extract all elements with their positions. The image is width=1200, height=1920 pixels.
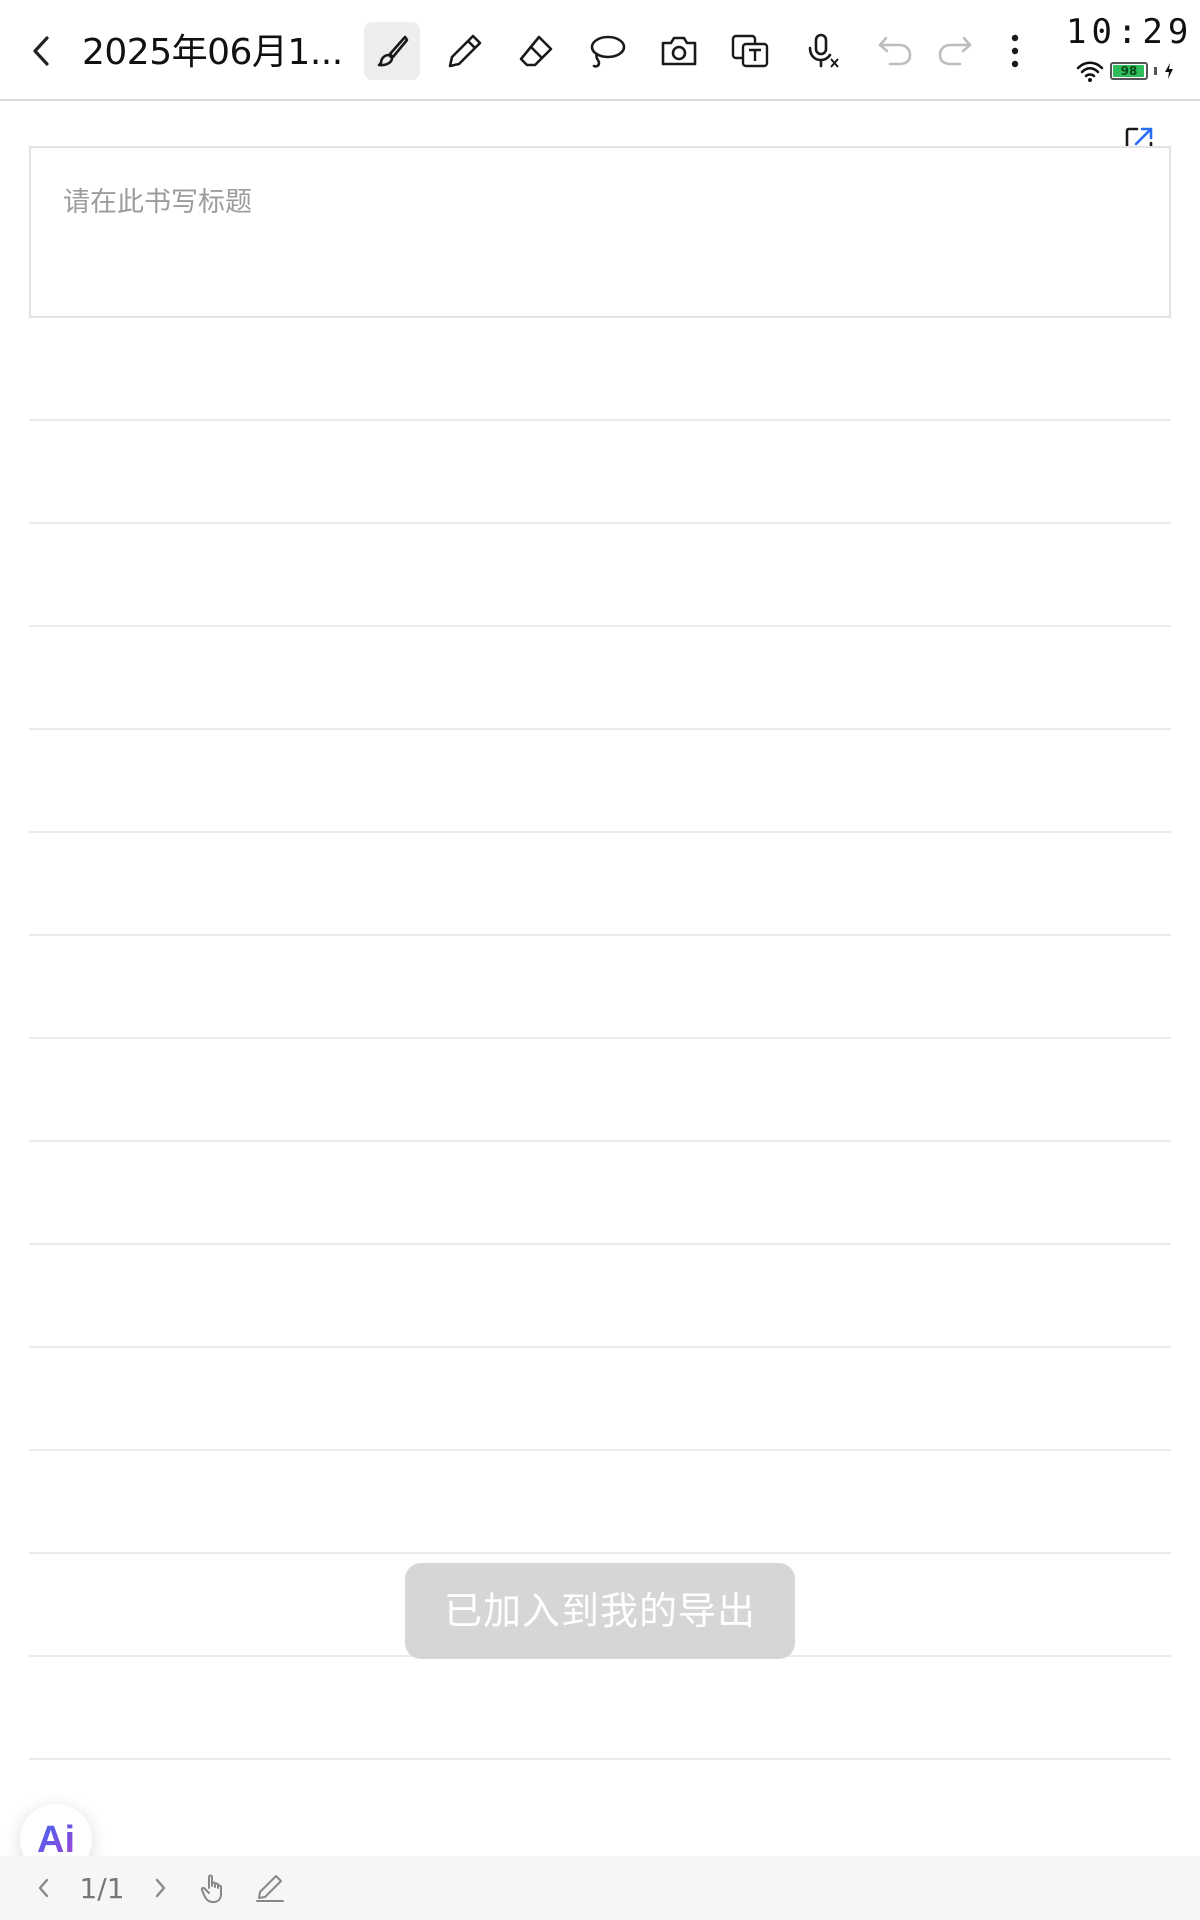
camera-button[interactable] — [651, 22, 707, 80]
clock: 10:29 — [1066, 12, 1194, 52]
handwriting-pen-icon — [256, 1875, 284, 1902]
eraser-tool-button[interactable] — [508, 22, 564, 80]
redo-icon — [938, 36, 972, 66]
hand-icon — [200, 1874, 222, 1903]
brush-icon — [377, 35, 409, 67]
voice-to-text-button[interactable] — [795, 22, 851, 80]
title-placeholder: 请在此书写标题 — [63, 187, 252, 218]
ruled-line — [29, 1552, 1171, 1554]
status-indicators: 98 — [1076, 58, 1175, 84]
chevron-right-icon — [155, 1878, 166, 1898]
ruled-line — [29, 522, 1171, 524]
ruled-line — [29, 1243, 1171, 1245]
hand-mode-button[interactable] — [196, 1866, 232, 1910]
note-editor: 2025年06月1... 10:29 98 请在此书写标题 已加入到我的导出 A… — [0, 0, 1200, 1920]
ruled-line — [29, 1346, 1171, 1348]
toast-message: 已加入到我的导出 — [405, 1563, 795, 1659]
handwriting-mode-button[interactable] — [252, 1866, 288, 1910]
undo-button[interactable] — [867, 22, 923, 80]
ruled-line — [29, 1037, 1171, 1039]
note-canvas[interactable]: 请在此书写标题 已加入到我的导出 Ai — [0, 101, 1200, 1876]
charging-bolt-icon — [1165, 63, 1173, 79]
pen-tool-button[interactable] — [437, 22, 493, 80]
ruled-line — [29, 419, 1171, 421]
lasso-tool-button[interactable] — [579, 22, 635, 80]
battery-level: 98 — [1120, 64, 1138, 78]
pen-icon — [448, 34, 482, 68]
previous-page-button[interactable] — [28, 1866, 58, 1910]
camera-icon — [661, 36, 697, 66]
more-options-button[interactable] — [988, 22, 1042, 80]
ruled-line — [29, 1758, 1171, 1760]
voice-to-text-icon — [808, 33, 839, 68]
ruled-line — [29, 625, 1171, 627]
document-title[interactable]: 2025年06月1... — [82, 26, 342, 80]
text-recognition-button[interactable] — [723, 22, 779, 80]
ruled-line — [29, 1449, 1171, 1451]
undo-icon — [878, 36, 912, 66]
redo-button[interactable] — [927, 22, 983, 80]
ruled-line — [29, 1140, 1171, 1142]
eraser-icon — [519, 35, 553, 67]
battery-tip — [1154, 67, 1157, 75]
top-toolbar: 2025年06月1... 10:29 98 — [0, 0, 1200, 101]
title-input-box[interactable]: 请在此书写标题 — [29, 146, 1171, 318]
text-recognition-icon — [731, 34, 769, 68]
page-indicator: 1/1 — [79, 1871, 125, 1905]
more-icon — [1011, 34, 1019, 68]
ruled-line — [29, 831, 1171, 833]
brush-tool-button[interactable] — [364, 22, 420, 80]
back-arrow-icon — [33, 36, 49, 66]
lasso-icon — [590, 35, 626, 68]
bottom-bar: 1/1 — [0, 1856, 1200, 1920]
next-page-button[interactable] — [146, 1866, 176, 1910]
back-button[interactable] — [18, 24, 64, 78]
wifi-icon — [1076, 61, 1104, 82]
chevron-left-icon — [38, 1878, 49, 1898]
ruled-line — [29, 728, 1171, 730]
ruled-line — [29, 934, 1171, 936]
battery-indicator: 98 — [1110, 62, 1148, 80]
